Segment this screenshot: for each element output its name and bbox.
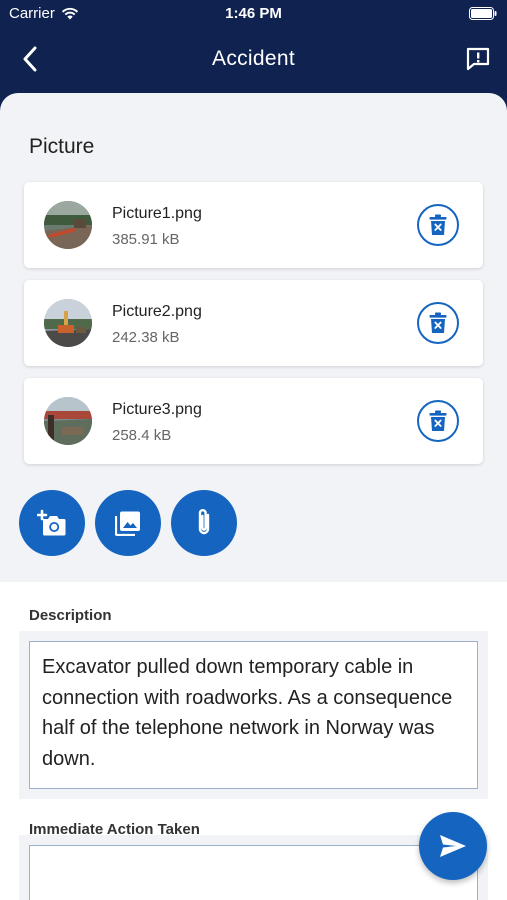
delete-file-button[interactable] [417,204,459,246]
send-button[interactable] [419,812,487,880]
immediate-action-field[interactable] [29,845,478,900]
gallery-icon [115,511,140,536]
file-size: 242.38 kB [112,329,180,346]
file-thumbnail [44,201,92,249]
page-title: Accident [212,47,295,70]
file-card[interactable]: Picture1.png 385.91 kB [24,182,483,268]
navigation-bar: Accident [0,28,507,92]
trash-icon [429,214,447,235]
gallery-button[interactable] [95,490,161,556]
delete-file-button[interactable] [417,302,459,344]
file-thumbnail [44,299,92,347]
attachment-icon [198,509,210,535]
file-name: Picture1.png [112,205,202,222]
send-icon [440,835,466,857]
clock: 1:46 PM [225,5,282,22]
content-sheet: Picture Picture1.png 385.91 kB Picture2.… [0,93,507,900]
file-thumbnail [44,397,92,445]
description-field[interactable]: Excavator pulled down temporary cable in… [29,641,478,789]
trash-icon [429,312,447,333]
add-photo-icon [37,509,66,536]
report-button[interactable] [463,44,493,74]
file-size: 385.91 kB [112,231,180,248]
report-icon [466,47,490,71]
description-field-wrapper: Excavator pulled down temporary cable in… [19,631,488,799]
file-name: Picture3.png [112,401,202,418]
file-card[interactable]: Picture3.png 258.4 kB [24,378,483,464]
delete-file-button[interactable] [417,400,459,442]
file-card[interactable]: Picture2.png 242.38 kB [24,280,483,366]
file-size: 258.4 kB [112,427,172,444]
add-photo-button[interactable] [19,490,85,556]
description-label: Description [29,607,112,624]
status-bar: Carrier 1:46 PM [0,0,507,28]
attachment-button[interactable] [171,490,237,556]
file-name: Picture2.png [112,303,202,320]
battery-icon [469,7,497,24]
section-title-picture: Picture [29,135,95,158]
trash-icon [429,410,447,431]
immediate-action-field-wrapper [19,835,488,900]
